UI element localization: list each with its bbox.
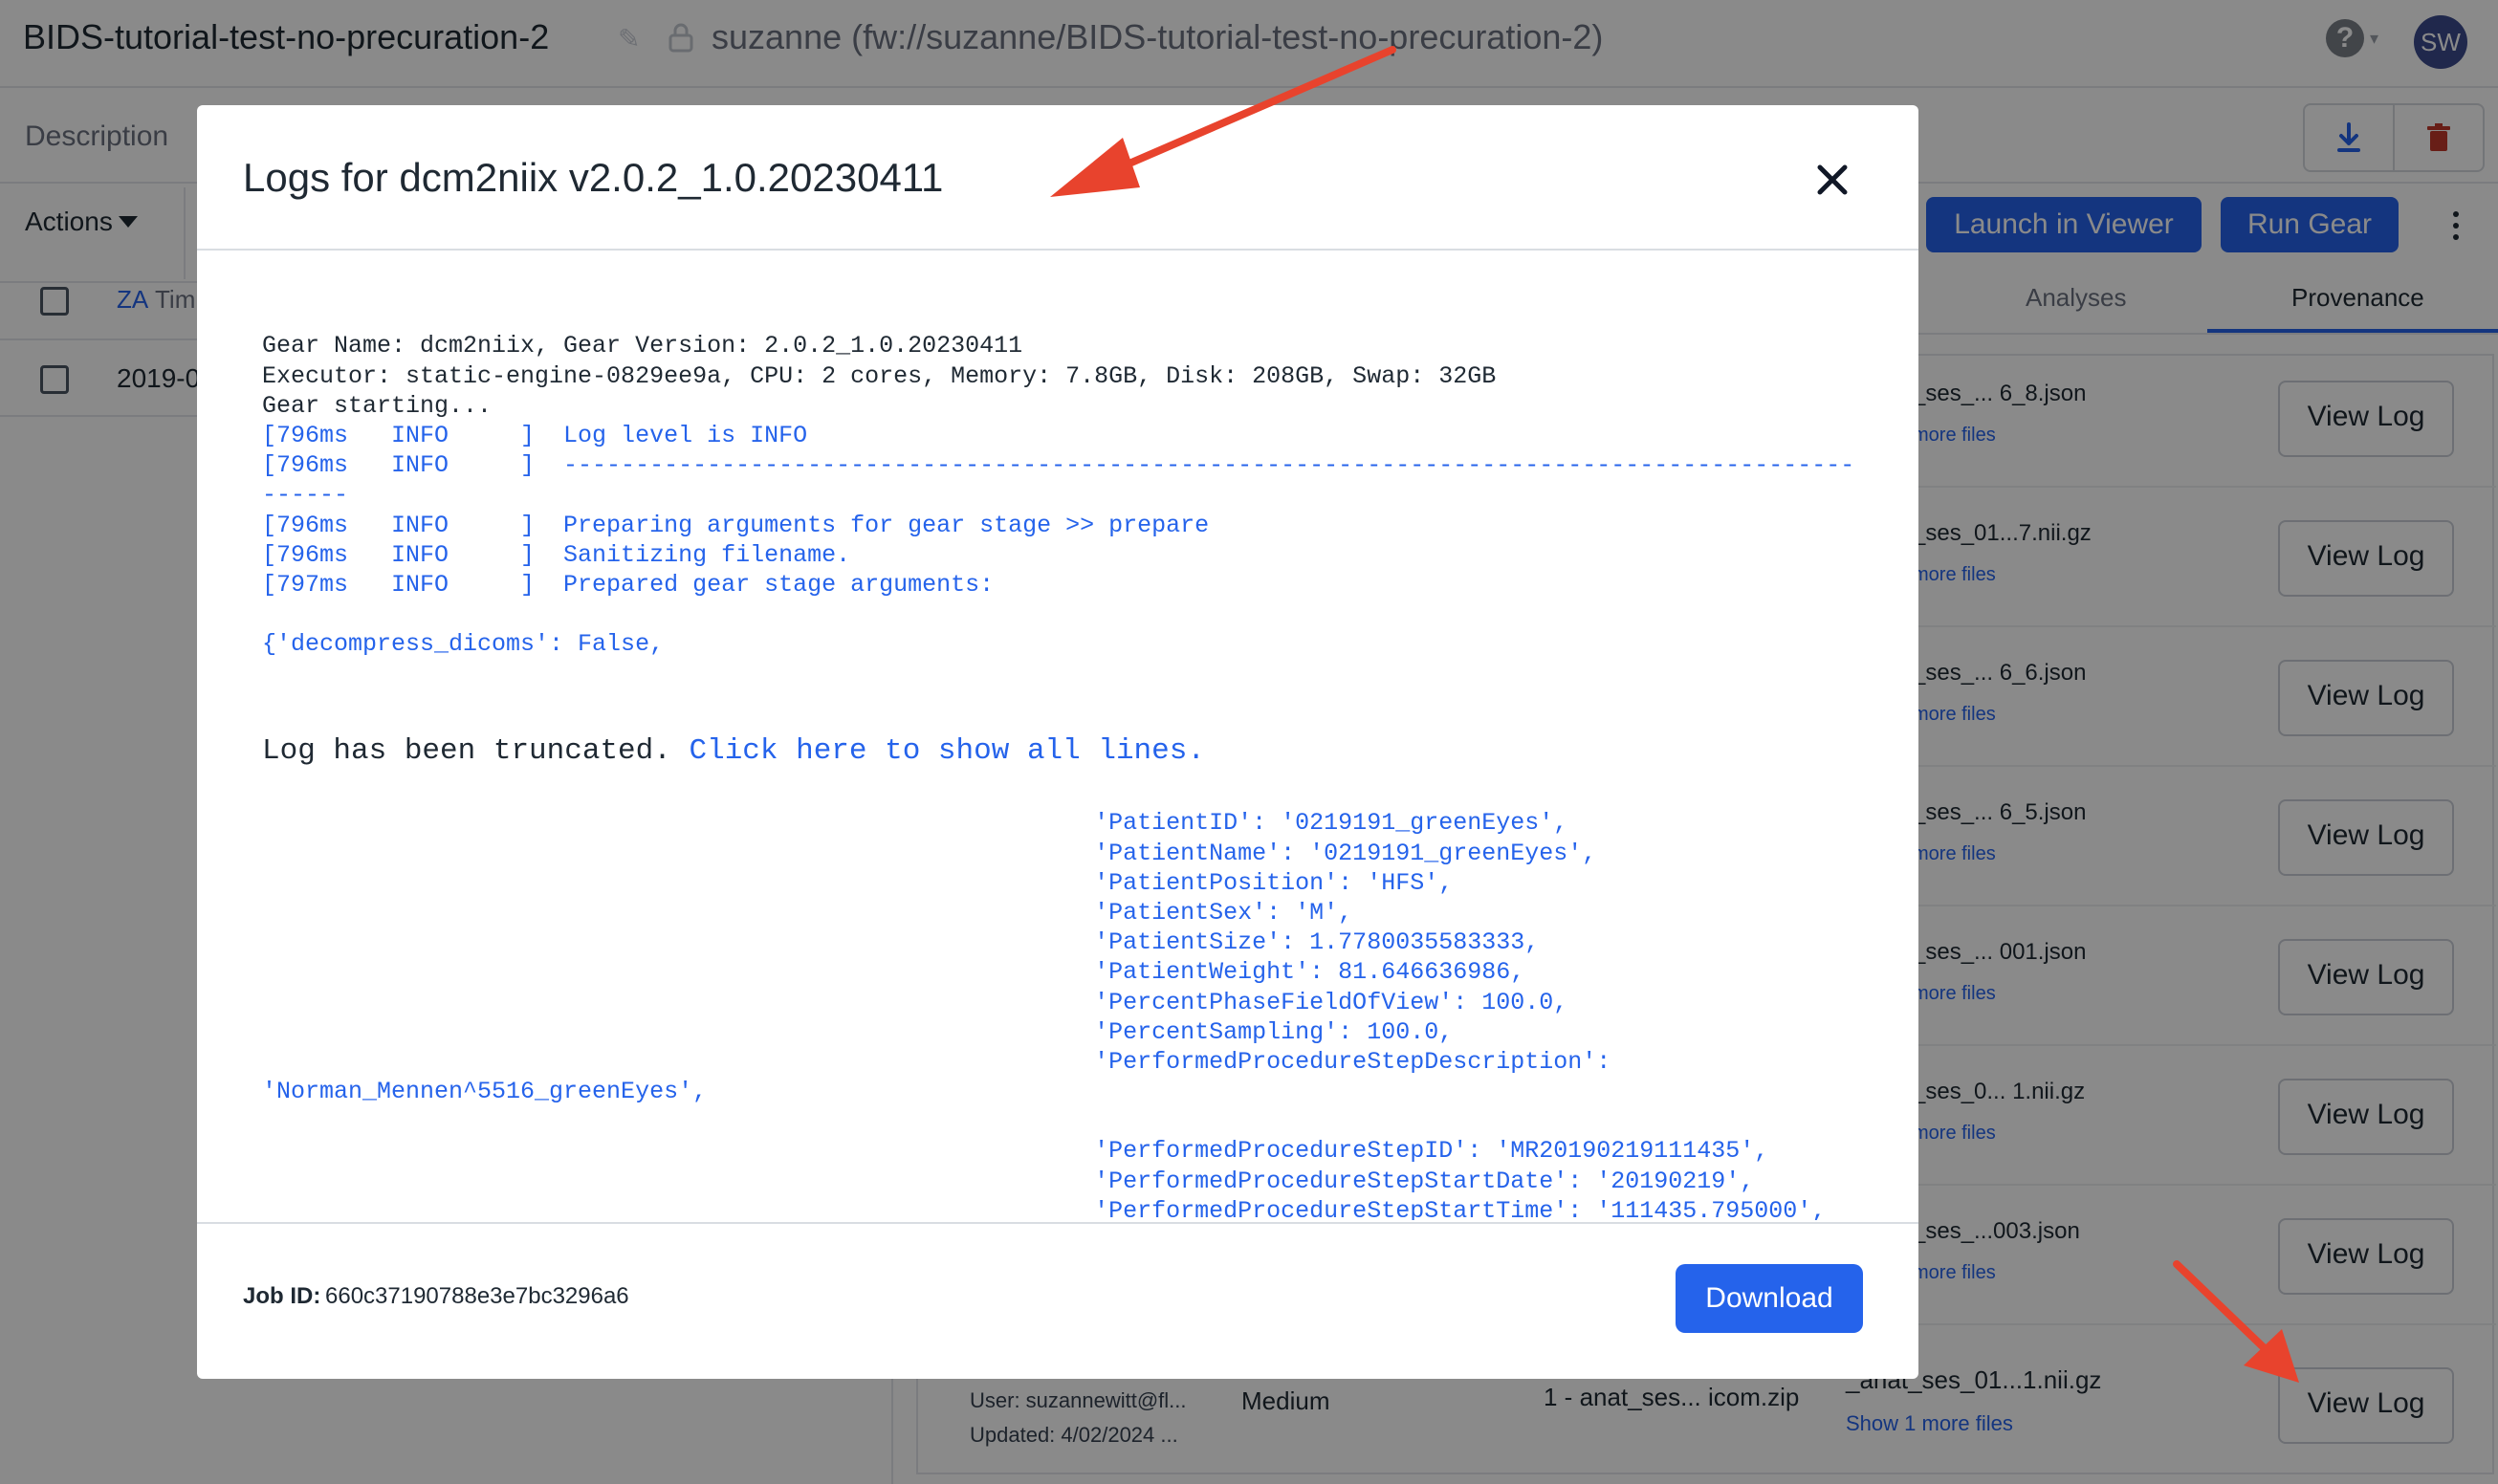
- log-lines: Gear Name: dcm2niix, Gear Version: 2.0.2…: [262, 331, 1869, 1220]
- divider: [197, 1222, 1918, 1224]
- log-line: 'PatientSize': 1.7780035583333,: [262, 928, 1540, 957]
- truncation-text: Log has been truncated.: [262, 734, 690, 768]
- log-line: 'PatientSex': 'M',: [262, 898, 1353, 927]
- download-button[interactable]: Download: [1676, 1264, 1863, 1333]
- log-line: [796ms INFO ] --------------------------…: [262, 451, 1855, 480]
- log-line: 'PerformedProcedureStepDescription':: [262, 1047, 1611, 1076]
- log-line: {'decompress_dicoms': False,: [262, 630, 665, 659]
- log-line: [796ms INFO ] Sanitizing filename.: [262, 540, 851, 569]
- job-id-label: Job ID:: [243, 1283, 321, 1309]
- truncation-notice: Log has been truncated. Click here to sh…: [262, 736, 1205, 766]
- log-line: ------: [262, 481, 349, 510]
- log-output[interactable]: Gear Name: dcm2niix, Gear Version: 2.0.2…: [262, 272, 1869, 1220]
- log-line: Executor: static-engine-0829ee9a, CPU: 2…: [262, 361, 1497, 390]
- log-modal: Logs for dcm2niix v2.0.2_1.0.20230411 Ge…: [197, 105, 1918, 1379]
- log-line: [796ms INFO ] Preparing arguments for ge…: [262, 511, 1210, 539]
- log-line: Gear Name: dcm2niix, Gear Version: 2.0.2…: [262, 332, 1023, 360]
- log-line: 'PatientID': '0219191_greenEyes',: [262, 809, 1568, 838]
- log-line: [796ms INFO ] Log level is INFO: [262, 421, 808, 449]
- log-line: 'PerformedProcedureStepID': 'MR201902191…: [262, 1137, 1769, 1166]
- modal-title: Logs for dcm2niix v2.0.2_1.0.20230411: [243, 155, 944, 200]
- log-line: 'PercentSampling': 100.0,: [262, 1017, 1454, 1046]
- log-line: Gear starting...: [262, 391, 493, 420]
- log-line: 'PatientName': '0219191_greenEyes',: [262, 839, 1597, 867]
- show-all-lines-link[interactable]: Click here to show all lines.: [689, 734, 1205, 768]
- log-line: 'PatientPosition': 'HFS',: [262, 868, 1454, 897]
- log-line: 'Norman_Mennen^5516_greenEyes',: [262, 1078, 708, 1106]
- log-line: 'PatientWeight': 81.646636986,: [262, 958, 1525, 987]
- job-id-value: 660c37190788e3e7bc3296a6: [325, 1283, 629, 1309]
- log-line: 'PercentPhaseFieldOfView': 100.0,: [262, 988, 1568, 1016]
- log-line: 'PerformedProcedureStepStartTime': '1114…: [262, 1196, 1827, 1220]
- log-line: 'PerformedProcedureStepStartDate': '2019…: [262, 1167, 1755, 1195]
- close-icon[interactable]: [1813, 161, 1852, 199]
- divider: [197, 249, 1918, 251]
- log-line: [797ms INFO ] Prepared gear stage argume…: [262, 570, 995, 599]
